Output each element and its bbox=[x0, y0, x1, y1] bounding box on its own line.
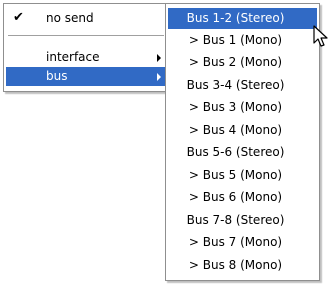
send-menu: ✔ no send interface bus bbox=[3, 3, 169, 92]
menu-item-interface[interactable]: interface bbox=[6, 48, 166, 67]
submenu-item-bus-1-mono[interactable]: > Bus 1 (Mono) bbox=[168, 30, 317, 51]
mouse-pointer-icon bbox=[313, 25, 328, 47]
submenu-item-bus-5-mono[interactable]: > Bus 5 (Mono) bbox=[168, 165, 317, 186]
menu-item-no-send[interactable]: ✔ no send bbox=[6, 9, 166, 28]
menu-item-bus[interactable]: bus bbox=[6, 67, 166, 86]
menu-item-label: bus bbox=[46, 69, 68, 83]
checkmark-icon: ✔ bbox=[13, 10, 24, 25]
submenu-item-bus-3-4-stereo[interactable]: Bus 3-4 (Stereo) bbox=[168, 75, 317, 96]
submenu-arrow-icon bbox=[157, 54, 161, 62]
menu-item-label: no send bbox=[46, 11, 94, 25]
bus-submenu: Bus 1-2 (Stereo) > Bus 1 (Mono) > Bus 2 … bbox=[165, 3, 320, 281]
submenu-arrow-icon bbox=[157, 73, 161, 81]
submenu-item-bus-7-mono[interactable]: > Bus 7 (Mono) bbox=[168, 232, 317, 253]
submenu-item-bus-2-mono[interactable]: > Bus 2 (Mono) bbox=[168, 52, 317, 73]
submenu-item-bus-1-2-stereo[interactable]: Bus 1-2 (Stereo) bbox=[168, 8, 317, 29]
submenu-item-bus-7-8-stereo[interactable]: Bus 7-8 (Stereo) bbox=[168, 210, 317, 231]
submenu-item-bus-4-mono[interactable]: > Bus 4 (Mono) bbox=[168, 120, 317, 141]
submenu-item-bus-8-mono[interactable]: > Bus 8 (Mono) bbox=[168, 255, 317, 276]
menu-item-label: interface bbox=[46, 50, 100, 64]
submenu-item-bus-5-6-stereo[interactable]: Bus 5-6 (Stereo) bbox=[168, 142, 317, 163]
menu-separator bbox=[8, 35, 164, 37]
submenu-item-bus-3-mono[interactable]: > Bus 3 (Mono) bbox=[168, 97, 317, 118]
submenu-item-bus-6-mono[interactable]: > Bus 6 (Mono) bbox=[168, 187, 317, 208]
